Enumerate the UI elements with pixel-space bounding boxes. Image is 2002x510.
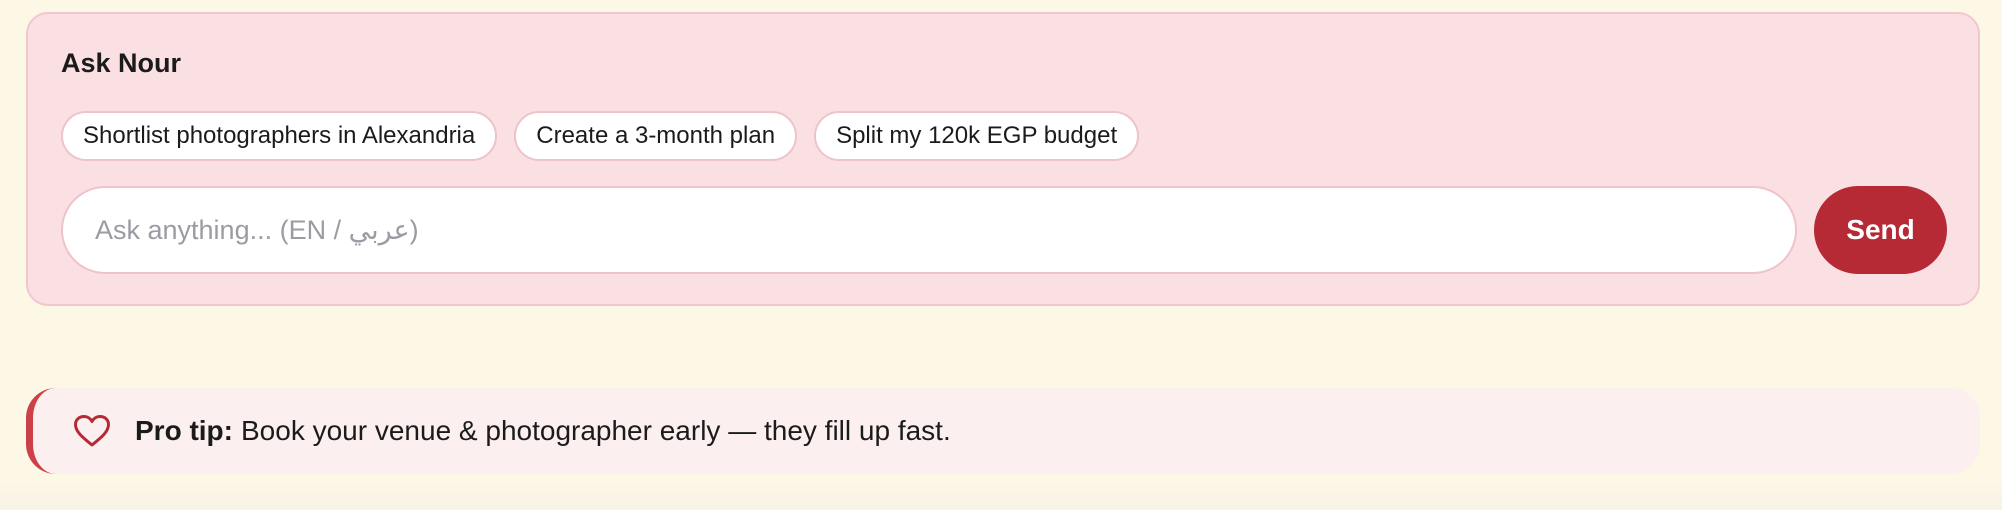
- tip-label: Pro tip:: [135, 415, 233, 446]
- pro-tip-banner: Pro tip: Book your venue & photographer …: [26, 388, 1980, 474]
- suggestion-chip-photographers[interactable]: Shortlist photographers in Alexandria: [61, 111, 498, 161]
- panel-title: Ask Nour: [61, 48, 182, 78]
- send-button[interactable]: Send: [1814, 186, 1947, 274]
- ask-input[interactable]: [61, 186, 1797, 274]
- heart-icon: [73, 414, 111, 448]
- page-background: [0, 480, 2002, 510]
- ask-nour-panel: Ask Nour Shortlist photographers in Alex…: [26, 12, 1980, 306]
- tip-message: Book your venue & photographer early — t…: [241, 415, 951, 446]
- suggestion-chips: Shortlist photographers in Alexandria Cr…: [61, 111, 1140, 161]
- tip-text: Pro tip: Book your venue & photographer …: [135, 388, 951, 474]
- suggestion-chip-budget[interactable]: Split my 120k EGP budget: [814, 111, 1140, 161]
- suggestion-chip-plan[interactable]: Create a 3-month plan: [514, 111, 798, 161]
